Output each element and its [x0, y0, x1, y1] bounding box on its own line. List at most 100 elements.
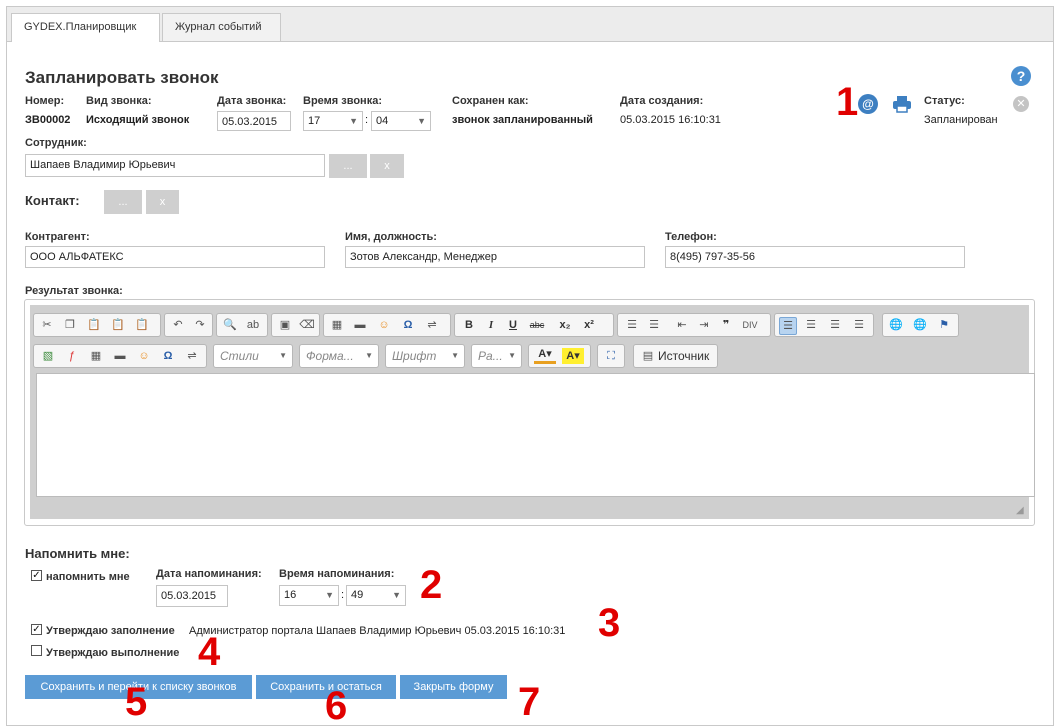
bullet-list-icon[interactable]: ☰ — [646, 317, 662, 333]
blockquote-icon[interactable]: ❞ — [718, 317, 734, 333]
horizontal-line-icon[interactable]: ▬ — [112, 348, 128, 364]
remind-checkbox[interactable]: ✓ — [31, 570, 42, 581]
div-icon[interactable]: DIV — [742, 317, 758, 333]
color-group: A▾ A▾ — [528, 344, 591, 368]
call-hour-select[interactable]: 17 ▼ — [303, 111, 363, 131]
contact-clear-button[interactable]: x — [146, 190, 179, 214]
link-group: 🌐 🌐 ⚑ — [882, 313, 959, 337]
employee-input[interactable]: Шапаев Владимир Юрьевич — [25, 154, 325, 177]
phone-label: Телефон: — [665, 231, 717, 243]
reminder-date-input[interactable]: 05.03.2015 — [156, 585, 228, 607]
align-center-icon[interactable]: ☰ — [803, 317, 819, 333]
chevron-down-icon: ▼ — [349, 116, 358, 126]
special-char-icon[interactable]: Ω — [400, 317, 416, 333]
strike-icon[interactable]: abc — [529, 317, 545, 333]
email-icon[interactable]: @ — [858, 94, 878, 114]
bold-icon[interactable]: B — [461, 317, 477, 333]
indent-icon[interactable]: ⇥ — [696, 317, 712, 333]
anchor-icon[interactable]: ⚑ — [936, 317, 952, 333]
created-label: Дата создания: — [620, 95, 704, 107]
clipboard-group: ✂ ❐ 📋 📋 📋 — [33, 313, 161, 337]
image-icon[interactable]: ▧ — [40, 348, 56, 364]
remove-format-icon[interactable]: ⌫ — [299, 317, 315, 333]
name-position-label: Имя, должность: — [345, 231, 437, 243]
table-icon[interactable]: ▦ — [329, 317, 345, 333]
resize-handle-icon[interactable]: ◢ — [1016, 505, 1024, 516]
align-left-icon[interactable]: ☰ — [779, 317, 797, 335]
tab-event-log[interactable]: Журнал событий — [162, 13, 281, 41]
select-all-icon[interactable]: ▣ — [277, 317, 293, 333]
italic-icon[interactable]: I — [483, 317, 499, 333]
special-char-icon[interactable]: Ω — [160, 348, 176, 364]
format-combo[interactable]: Форма... ▼ — [299, 344, 379, 368]
approve-fill-detail: Администратор портала Шапаев Владимир Юр… — [189, 625, 566, 637]
font-combo[interactable]: Шрифт ▼ — [385, 344, 465, 368]
smiley-icon[interactable]: ☺ — [376, 317, 392, 333]
counterparty-input[interactable]: ООО АЛЬФАТЕКС — [25, 246, 325, 268]
close-icon[interactable]: ✕ — [1013, 96, 1029, 112]
editor-content-area[interactable] — [36, 373, 1035, 497]
reminder-hour-select[interactable]: 16 ▼ — [279, 585, 339, 606]
phone-input[interactable]: 8(495) 797-35-56 — [665, 246, 965, 268]
close-form-button[interactable]: Закрыть форму — [400, 675, 507, 699]
superscript-icon[interactable]: x² — [581, 317, 597, 333]
editor-toolbar-area: ✂ ❐ 📋 📋 📋 ↶ ↷ 🔍 ab ▣ ⌫ ▦ ▬ ☺ Ω ⇌ B I U a… — [30, 305, 1035, 519]
approve-fill-checkbox[interactable]: ✓ — [31, 624, 42, 635]
align-right-icon[interactable]: ☰ — [827, 317, 843, 333]
insert-media-group: ▧ ƒ ▦ ▬ ☺ Ω ⇌ — [33, 344, 207, 368]
unlink-icon[interactable]: 🌐 — [912, 317, 928, 333]
table-icon[interactable]: ▦ — [88, 348, 104, 364]
tab-planner[interactable]: GYDEX.Планировщик — [11, 13, 160, 42]
link-icon[interactable]: 🌐 — [888, 317, 904, 333]
chevron-down-icon: ▼ — [365, 351, 373, 360]
reminder-minute-select[interactable]: 49 ▼ — [346, 585, 406, 606]
call-time-label: Время звонка: — [303, 95, 382, 107]
find-icon[interactable]: 🔍 — [222, 317, 238, 333]
underline-icon[interactable]: U — [505, 317, 521, 333]
horizontal-line-icon[interactable]: ▬ — [352, 317, 368, 333]
outdent-icon[interactable]: ⇤ — [674, 317, 690, 333]
ordered-list-icon[interactable]: ☰ — [624, 317, 640, 333]
saved-as-label: Сохранен как: — [452, 95, 529, 107]
smiley-icon[interactable]: ☺ — [136, 348, 152, 364]
call-date-input[interactable]: 05.03.2015 — [217, 111, 291, 131]
paste-text-icon[interactable]: 📋 — [110, 317, 126, 333]
styles-combo[interactable]: Стили ▼ — [213, 344, 293, 368]
employee-pick-button[interactable]: ... — [329, 154, 367, 178]
bg-color-icon[interactable]: A▾ — [562, 348, 584, 364]
chevron-down-icon: ▼ — [508, 351, 516, 360]
page-break-icon[interactable]: ⇌ — [184, 348, 200, 364]
redo-icon[interactable]: ↷ — [192, 317, 208, 333]
employee-label: Сотрудник: — [25, 137, 87, 149]
contact-pick-button[interactable]: ... — [104, 190, 142, 214]
created-value: 05.03.2015 16:10:31 — [620, 114, 721, 126]
justify-icon[interactable]: ☰ — [851, 317, 867, 333]
page-break-icon[interactable]: ⇌ — [424, 317, 440, 333]
chevron-down-icon: ▼ — [325, 590, 334, 600]
time-separator: : — [365, 114, 369, 126]
annotation-2: 2 — [420, 563, 443, 607]
maximize-icon[interactable]: ⛶ — [603, 348, 619, 364]
status-label: Статус: — [924, 95, 965, 107]
source-label[interactable]: Источник — [658, 348, 709, 364]
name-position-input[interactable]: Зотов Александр, Менеджер — [345, 246, 645, 268]
approve-done-checkbox[interactable] — [31, 645, 42, 656]
undo-icon[interactable]: ↶ — [170, 317, 186, 333]
size-combo[interactable]: Ра... ▼ — [471, 344, 522, 368]
paste-icon[interactable]: 📋 — [86, 317, 102, 333]
paste-word-icon[interactable]: 📋 — [134, 317, 150, 333]
print-icon[interactable] — [892, 95, 912, 113]
help-icon[interactable]: ? — [1011, 66, 1031, 86]
insert-group: ▦ ▬ ☺ Ω ⇌ — [323, 313, 451, 337]
flash-icon[interactable]: ƒ — [64, 348, 80, 364]
copy-icon[interactable]: ❐ — [62, 317, 78, 333]
annotation-1: 1 — [836, 80, 859, 124]
chevron-down-icon: ▼ — [392, 590, 401, 600]
employee-clear-button[interactable]: x — [370, 154, 404, 178]
text-color-icon[interactable]: A▾ — [534, 348, 556, 364]
replace-icon[interactable]: ab — [245, 317, 261, 333]
source-icon[interactable]: ▤ — [640, 348, 656, 364]
call-minute-select[interactable]: 04 ▼ — [371, 111, 431, 131]
cut-icon[interactable]: ✂ — [39, 317, 55, 333]
subscript-icon[interactable]: x₂ — [557, 317, 573, 333]
